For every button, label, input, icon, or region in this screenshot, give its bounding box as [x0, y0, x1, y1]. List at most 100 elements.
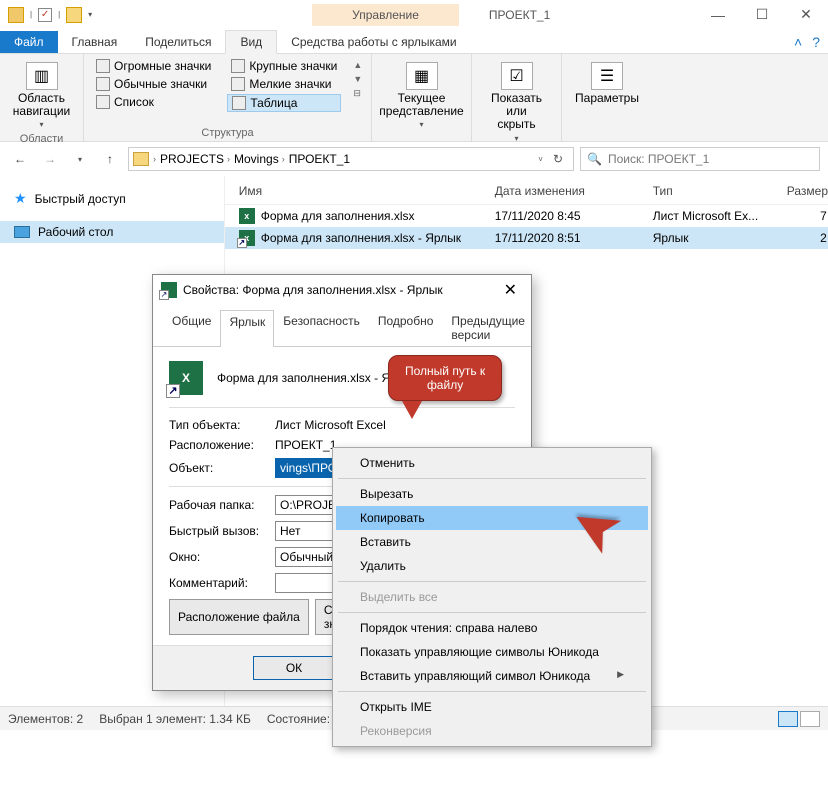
tab-details[interactable]: Подробно: [369, 309, 443, 346]
ctx-select-all: Выделить все: [336, 585, 648, 609]
ctx-reconversion: Реконверсия: [336, 719, 648, 743]
shortcut-icon: [161, 282, 177, 298]
search-icon: 🔍: [587, 152, 602, 166]
submenu-arrow-icon: ▶: [617, 669, 624, 680]
qat-divider: |: [30, 10, 32, 19]
star-icon: ★: [14, 190, 27, 207]
qat-divider: |: [58, 10, 60, 19]
current-view-button[interactable]: ▦ Текущее представление ▾: [380, 58, 463, 133]
file-row[interactable]: xФорма для заполнения.xlsx - Ярлык 17/11…: [225, 227, 828, 249]
qat-properties-icon[interactable]: ✓: [38, 8, 52, 22]
dialog-tabs: Общие Ярлык Безопасность Подробно Предыд…: [153, 305, 531, 347]
show-hide-button[interactable]: ☑ Показать или скрыть ▾: [480, 58, 553, 147]
context-menu: Отменить Вырезать Копировать Вставить Уд…: [332, 447, 652, 747]
label-window: Окно:: [169, 550, 275, 564]
up-button[interactable]: ↑: [98, 147, 122, 171]
label-type: Тип объекта:: [169, 418, 275, 432]
tab-home[interactable]: Главная: [58, 31, 132, 53]
quick-access-toolbar: | ✓ | ▾: [0, 7, 92, 23]
layout-expand[interactable]: ⊟: [353, 88, 362, 99]
layout-medium[interactable]: Обычные значки: [92, 76, 215, 92]
address-bar: ← → ▾ ↑ › PROJECTS› Movings› ПРОЕКТ_1 ˅ …: [0, 142, 828, 176]
ctx-rtl-reading[interactable]: Порядок чтения: справа налево: [336, 616, 648, 640]
layout-large[interactable]: Крупные значки: [227, 58, 341, 74]
col-header-date[interactable]: Дата изменения: [495, 184, 653, 198]
ctx-undo[interactable]: Отменить: [336, 451, 648, 475]
nav-desktop[interactable]: Рабочий стол: [0, 221, 224, 243]
forward-button[interactable]: →: [38, 147, 62, 171]
layout-extralarge[interactable]: Огромные значки: [92, 58, 215, 74]
title-bar: | ✓ | ▾ Управление ПРОЕКТ_1 — ☐ ✕: [0, 0, 828, 30]
dialog-close-button[interactable]: ✕: [498, 280, 523, 300]
tab-file[interactable]: Файл: [0, 31, 58, 53]
window-title: ПРОЕКТ_1: [489, 8, 550, 22]
layout-small[interactable]: Мелкие значки: [227, 76, 341, 92]
label-comment: Комментарий:: [169, 576, 275, 590]
group-label-layout: Структура: [92, 127, 363, 141]
col-header-size[interactable]: Размер: [787, 184, 828, 198]
label-location: Расположение:: [169, 438, 275, 452]
ok-button[interactable]: ОК: [253, 656, 335, 680]
layout-scroll-down[interactable]: ▼: [353, 74, 362, 84]
qat-newfolder-icon[interactable]: [66, 7, 82, 23]
refresh-button[interactable]: ↻: [547, 152, 569, 166]
breadcrumb[interactable]: › PROJECTS› Movings› ПРОЕКТ_1 ˅ ↻: [128, 147, 574, 171]
search-placeholder: Поиск: ПРОЕКТ_1: [608, 152, 709, 166]
options-button[interactable]: ☰ Параметры: [570, 58, 644, 109]
view-details-icon[interactable]: [778, 711, 798, 727]
tab-shortcut-tools[interactable]: Средства работы с ярлыками: [277, 31, 470, 53]
excel-icon: x: [239, 208, 255, 224]
qat-dropdown-icon[interactable]: ▾: [88, 10, 92, 19]
minimize-button[interactable]: —: [696, 0, 740, 30]
col-header-type[interactable]: Тип: [653, 184, 787, 198]
help-icon[interactable]: ?: [812, 34, 820, 50]
layout-details[interactable]: Таблица: [227, 94, 341, 112]
tab-shortcut[interactable]: Ярлык: [220, 310, 274, 347]
column-headers[interactable]: Имя Дата изменения Тип Размер: [225, 176, 828, 205]
maximize-button[interactable]: ☐: [740, 0, 784, 30]
contextual-tab-label: Управление: [312, 4, 459, 26]
search-box[interactable]: 🔍 Поиск: ПРОЕКТ_1: [580, 147, 820, 171]
ribbon: ▥ Область навигации ▾ Области Огромные з…: [0, 54, 828, 142]
close-button[interactable]: ✕: [784, 0, 828, 30]
folder-icon: [133, 152, 149, 166]
status-count: Элементов: 2: [8, 712, 83, 726]
ctx-insert-unicode[interactable]: Вставить управляющий символ Юникода▶: [336, 664, 648, 688]
file-row[interactable]: xФорма для заполнения.xlsx 17/11/2020 8:…: [225, 205, 828, 227]
tab-share[interactable]: Поделиться: [131, 31, 225, 53]
crumb-projects[interactable]: PROJECTS: [160, 152, 224, 166]
view-large-icon[interactable]: [800, 711, 820, 727]
col-header-name[interactable]: Имя: [225, 184, 495, 198]
dialog-titlebar: Свойства: Форма для заполнения.xlsx - Яр…: [153, 275, 531, 305]
desktop-icon: [14, 226, 30, 238]
back-button[interactable]: ←: [8, 147, 32, 171]
recent-dropdown[interactable]: ▾: [68, 147, 92, 171]
tab-security[interactable]: Безопасность: [274, 309, 369, 346]
ctx-open-ime[interactable]: Открыть IME: [336, 695, 648, 719]
ctx-show-unicode[interactable]: Показать управляющие символы Юникода: [336, 640, 648, 664]
ribbon-collapse-icon[interactable]: ˄: [794, 34, 802, 50]
value-location: ПРОЕКТ_1: [275, 438, 336, 452]
ribbon-tabs: Файл Главная Поделиться Вид Средства раб…: [0, 30, 828, 54]
tab-previous-versions[interactable]: Предыдущие версии: [442, 309, 534, 346]
value-type: Лист Microsoft Excel: [275, 418, 386, 432]
open-file-location-button[interactable]: Расположение файла: [169, 599, 309, 635]
crumb-project1[interactable]: ПРОЕКТ_1: [289, 152, 350, 166]
tab-general[interactable]: Общие: [163, 309, 220, 346]
crumb-movings[interactable]: Movings: [234, 152, 279, 166]
shortcut-icon: x: [239, 230, 255, 246]
callout-text: Полный путь к: [405, 364, 485, 378]
group-label-areas: Области: [8, 133, 75, 147]
label-hotkey: Быстрый вызов:: [169, 524, 275, 538]
tab-view[interactable]: Вид: [225, 30, 277, 54]
navigation-pane-button[interactable]: ▥ Область навигации ▾: [8, 58, 75, 133]
callout-text: файлу: [405, 378, 485, 392]
dialog-title: Свойства: Форма для заполнения.xlsx - Яр…: [183, 283, 443, 297]
label-workdir: Рабочая папка:: [169, 498, 275, 512]
layout-list[interactable]: Список: [92, 94, 215, 110]
nav-quick-access[interactable]: ★ Быстрый доступ: [0, 186, 224, 211]
layout-scroll-up[interactable]: ▲: [353, 60, 362, 70]
breadcrumb-dropdown-icon[interactable]: ˅: [538, 155, 543, 164]
explorer-icon: [8, 7, 24, 23]
status-selection: Выбран 1 элемент: 1.34 КБ: [99, 712, 251, 726]
